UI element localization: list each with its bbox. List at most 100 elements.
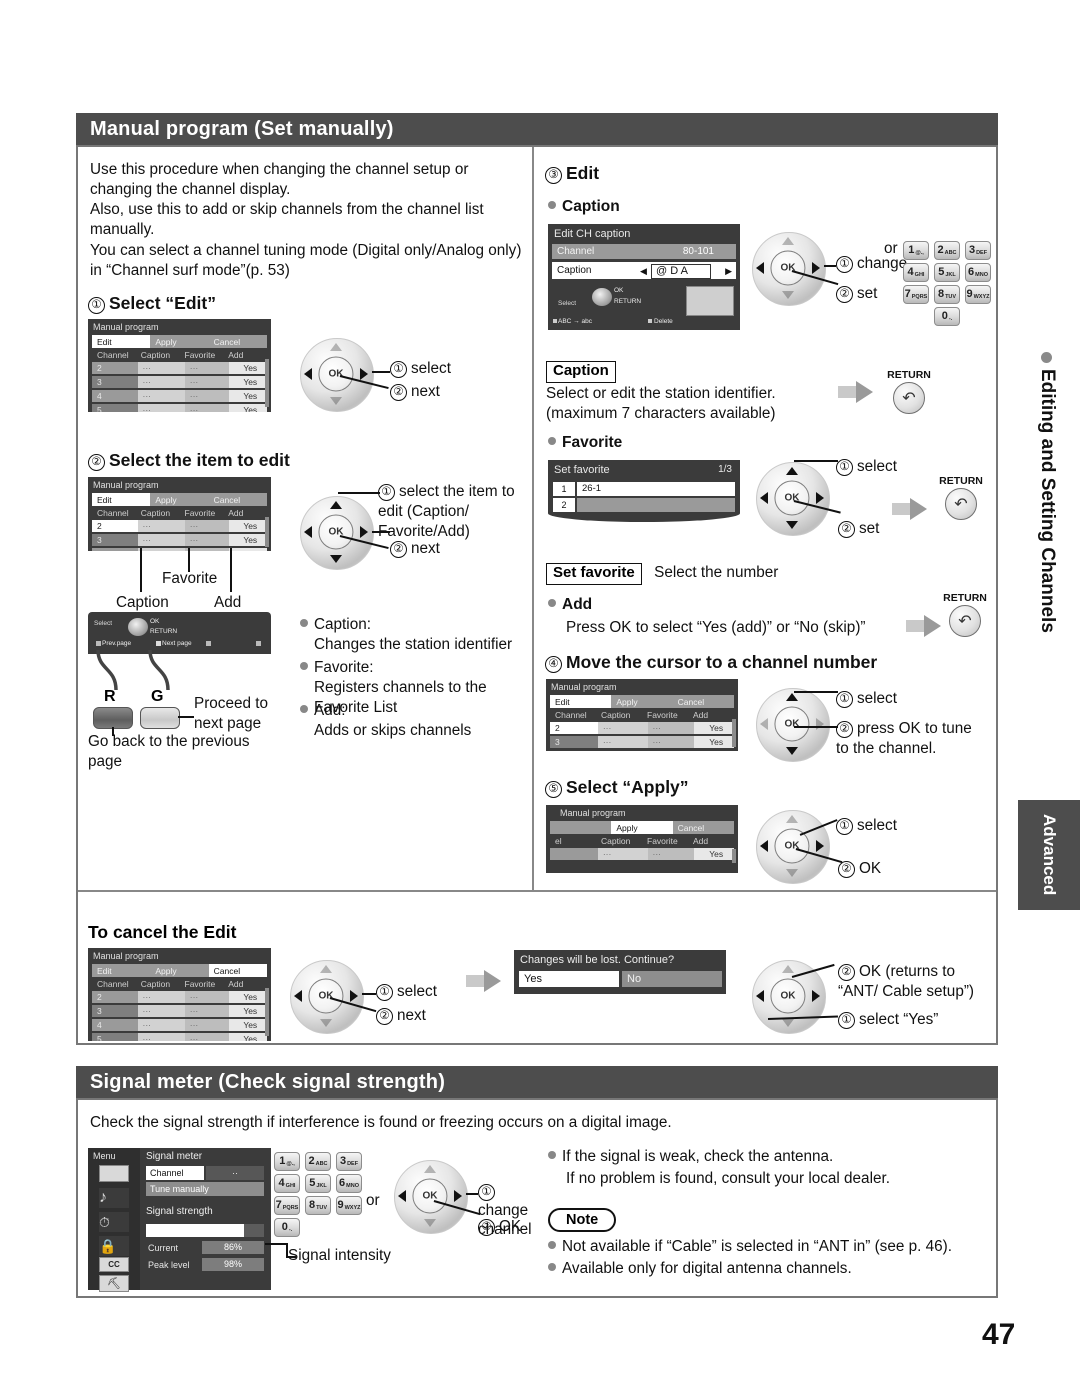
table-row[interactable]: 2 ··· ··· Yes [550,722,734,734]
arrow-up-icon[interactable] [782,237,794,246]
favorite-row-1[interactable]: 1 26-1 [553,482,735,496]
return-button-caption[interactable]: RETURN ↶ [880,369,938,415]
ok-button[interactable]: OK [318,356,354,392]
osd-scrollbar[interactable] [265,359,269,407]
arrow-right-icon[interactable] [454,1190,463,1202]
table-row[interactable]: 2 ··· ··· Yes [92,362,267,374]
table-row[interactable]: 4 ··· ··· Yes [92,390,267,402]
arrow-down-icon[interactable] [786,520,798,529]
nav-wheel-signal[interactable]: OK [394,1160,468,1234]
arrow-left-icon[interactable] [759,492,768,504]
key-3[interactable]: 3 DEF [336,1152,362,1171]
key-6[interactable]: 6 MNO [336,1174,362,1193]
arrow-down-icon[interactable] [786,868,798,877]
key-2[interactable]: 2 ABC [934,241,960,260]
arrow-up-icon[interactable] [320,965,332,974]
table-row[interactable]: 3 ··· ··· Yes [92,1005,267,1017]
setup-icon[interactable]: ⛏ [99,1275,129,1292]
tune-manually-row[interactable]: Tune manually [146,1182,264,1196]
favorite-row-2[interactable]: 2 [553,498,735,512]
arrow-down-icon[interactable] [330,554,342,563]
arrow-down-icon[interactable] [782,290,794,299]
arrow-right-icon[interactable] [812,990,821,1002]
audio-icon[interactable]: ♪ [99,1188,129,1208]
key-1[interactable]: 1 @., [274,1152,300,1171]
caret-left-icon[interactable]: ◀ [640,266,647,277]
nav-wheel-cancel[interactable]: OK [290,960,364,1034]
key-5[interactable]: 5 JKL [305,1174,331,1193]
arrow-down-icon[interactable] [424,1218,436,1227]
table-row[interactable]: 3 ··· ··· Yes [550,736,734,748]
arrow-right-icon[interactable] [360,526,369,538]
osd-scrollbar[interactable] [265,988,269,1036]
arrow-right-icon[interactable] [816,492,825,504]
arrow-left-icon[interactable] [755,990,764,1002]
osd-tab-apply[interactable]: Apply [150,964,209,977]
key-7[interactable]: 7 PQRS [903,285,929,304]
ok-button[interactable]: OK [774,706,810,742]
nav-wheel-favorite[interactable]: OK [756,462,830,536]
nav-wheel-step1[interactable]: OK [300,338,374,412]
osd-scrollbar[interactable] [732,849,736,863]
table-row[interactable]: 5 ··· ··· Yes [92,1033,267,1041]
return-button-add[interactable]: RETURN ↶ [936,592,994,638]
key-4[interactable]: 4 GHI [903,263,929,282]
osd-footer-prev[interactable]: Prev.page [102,640,131,647]
osd-tab-cancel[interactable]: Cancel [672,695,734,708]
arrow-left-icon[interactable] [303,368,312,380]
arrow-right-icon[interactable] [816,840,825,852]
return-icon[interactable]: ↶ [945,488,977,520]
nav-wheel-step4[interactable]: OK [756,688,830,762]
table-row[interactable]: 5 ··· ··· Yes [92,404,267,412]
green-remote-button[interactable] [140,707,180,729]
ok-button[interactable]: OK [774,480,810,516]
table-row[interactable]: 3 ··· ··· Yes [92,534,267,546]
arrow-left-icon[interactable] [397,1190,406,1202]
arrow-right-icon[interactable] [816,718,825,730]
table-row[interactable]: 2 ··· ··· Yes [92,520,267,532]
ok-button[interactable]: OK [308,978,344,1014]
ok-button[interactable]: OK [770,978,806,1014]
osd-footer-next[interactable]: Next page [162,640,192,647]
osd-tab-apply[interactable]: Apply [611,695,673,708]
nav-wheel-step2[interactable]: OK [300,496,374,570]
arrow-up-icon[interactable] [424,1165,436,1174]
arrow-left-icon[interactable] [755,262,764,274]
osd-tab-cancel[interactable]: Cancel [208,964,267,977]
red-remote-button[interactable] [93,707,133,729]
osd-tab-edit[interactable]: Edit [92,335,151,348]
numeric-keypad-signal[interactable]: 1 @., 2 ABC 3 DEF 4 GHI 5 JKL 6 MNO 7 PQRS 8 TUV… [274,1152,370,1237]
arrow-up-icon[interactable] [786,815,798,824]
key-6[interactable]: 6 MNO [965,263,991,282]
arrow-down-icon[interactable] [330,396,342,405]
osd-tab-cancel[interactable]: Cancel [208,335,267,348]
nav-wheel-step5[interactable]: OK [756,810,830,884]
table-row[interactable]: 2 ··· ··· Yes [92,991,267,1003]
osd-scrollbar[interactable] [732,719,736,747]
table-row[interactable]: 4 ··· ··· Yes [92,1019,267,1031]
key-5[interactable]: 5 JKL [934,263,960,282]
osd-tab-edit[interactable]: Edit [550,695,612,708]
arrow-up-icon[interactable] [786,467,798,476]
arrow-right-icon[interactable] [360,368,369,380]
key-4[interactable]: 4 GHI [274,1174,300,1193]
nav-wheel-step3[interactable]: OK [752,232,826,306]
osd-tab-apply[interactable]: Apply [150,493,209,506]
osd-tab-edit[interactable]: Edit [92,964,151,977]
numeric-keypad-step3[interactable]: 1 @., 2 ABC 3 DEF 4 GHI 5 JKL 6 MNO 7 PQRS 8 TUV… [903,241,999,326]
key-8[interactable]: 8 TUV [305,1196,331,1215]
osd-tab-cancel[interactable]: Cancel [208,493,267,506]
caret-right-icon[interactable]: ▶ [725,266,732,277]
ok-button[interactable]: OK [318,514,354,550]
table-row[interactable]: ··· ··· Yes [550,848,734,860]
arrow-up-icon[interactable] [330,343,342,352]
table-row[interactable]: 3 ··· ··· Yes [92,376,267,388]
osd-tab-apply[interactable]: Apply [150,335,209,348]
ok-button[interactable]: OK [412,1178,448,1214]
arrow-down-icon[interactable] [320,1018,332,1027]
timer-icon[interactable]: ⏱ [99,1212,129,1232]
key-3[interactable]: 3 DEF [965,241,991,260]
picture-icon[interactable] [99,1165,129,1182]
arrow-right-icon[interactable] [812,262,821,274]
arrow-down-icon[interactable] [782,1018,794,1027]
